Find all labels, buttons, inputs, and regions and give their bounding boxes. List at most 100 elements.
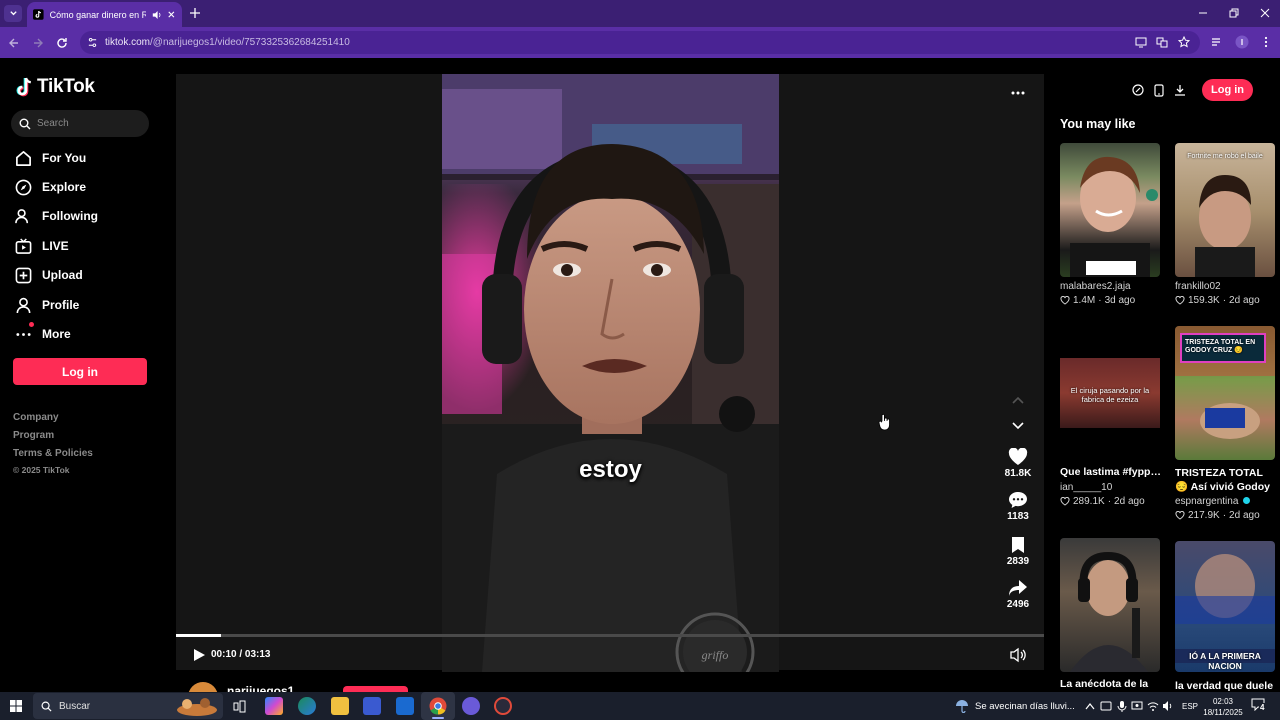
- coins-button[interactable]: [1130, 82, 1146, 98]
- nav-following[interactable]: Following: [15, 206, 98, 226]
- card-author[interactable]: malabares2.jaja: [1060, 281, 1161, 292]
- video-player[interactable]: griffo estoy 81.8K 1183 2839 2496 00:10 …: [176, 74, 1044, 672]
- separator: ·: [1222, 510, 1227, 521]
- save-action[interactable]: 2839: [995, 536, 1041, 567]
- nav-more[interactable]: More: [15, 322, 71, 344]
- play-icon[interactable]: [192, 648, 206, 662]
- author-name[interactable]: narijuegos1: [227, 684, 294, 692]
- mail-app-icon[interactable]: [396, 697, 414, 715]
- nav-explore[interactable]: Explore: [15, 177, 86, 197]
- card-author[interactable]: ian_____10: [1060, 482, 1161, 493]
- more-options-icon[interactable]: [1010, 89, 1026, 97]
- windows-start-icon[interactable]: [10, 700, 22, 712]
- recommendation-card[interactable]: IÓ A LA PRIMERA NACION la verdad que due…: [1175, 541, 1276, 692]
- get-app-button[interactable]: [1151, 82, 1167, 98]
- microphone-icon[interactable]: [1117, 700, 1127, 712]
- card-title[interactable]: Que lastima #fyppppppppppppp...: [1060, 466, 1161, 478]
- close-tab-icon[interactable]: [167, 10, 176, 19]
- card-author[interactable]: espnargentina: [1175, 496, 1276, 507]
- nav-label: For You: [42, 151, 87, 165]
- comment-action[interactable]: 1183: [995, 491, 1041, 522]
- tiktok-logo[interactable]: TikTok: [16, 76, 95, 98]
- profile-avatar-button[interactable]: [1234, 34, 1250, 50]
- video-thumbnail[interactable]: [1060, 143, 1160, 277]
- store-app-icon[interactable]: [363, 697, 381, 715]
- chevron-up-icon[interactable]: [1085, 702, 1095, 710]
- progress-bar[interactable]: [176, 634, 1044, 637]
- taskbar-search[interactable]: Buscar: [33, 693, 223, 719]
- file-explorer-icon[interactable]: [331, 697, 349, 715]
- browser-tab[interactable]: Cómo ganar dinero en Rob: [27, 2, 182, 27]
- video-thumbnail[interactable]: [1060, 538, 1160, 672]
- close-window-button[interactable]: [1258, 6, 1272, 20]
- nav-live[interactable]: LIVE: [15, 236, 69, 256]
- edge-app-icon[interactable]: [298, 697, 316, 715]
- tab-strip-button[interactable]: [1209, 34, 1225, 50]
- weather-text[interactable]: Se avecinan días lluvi...: [975, 701, 1075, 712]
- clock[interactable]: 02:03 18/11/2025: [1203, 696, 1243, 718]
- avatar-icon: [1235, 35, 1249, 49]
- footer-company-link[interactable]: Company: [13, 412, 59, 423]
- video-thumbnail[interactable]: TRISTEZA TOTAL EN GODOY CRUZ 😔: [1175, 326, 1275, 460]
- restore-button[interactable]: [1227, 6, 1241, 20]
- copilot-app-icon[interactable]: [265, 697, 283, 715]
- download-button[interactable]: [1172, 82, 1188, 98]
- nav-profile[interactable]: Profile: [15, 295, 79, 315]
- footer-terms-link[interactable]: Terms & Policies: [13, 448, 93, 459]
- recommendation-card[interactable]: La anécdota de la: [1060, 538, 1161, 690]
- reload-button[interactable]: [54, 35, 70, 51]
- site-info-icon[interactable]: [87, 37, 98, 48]
- cast-icon[interactable]: [1135, 37, 1147, 48]
- video-thumbnail[interactable]: Fortnite me robó el baile: [1175, 143, 1275, 277]
- minimize-button[interactable]: [1196, 6, 1210, 20]
- card-title[interactable]: la verdad que duele: [1175, 680, 1276, 692]
- rain-weather-icon[interactable]: [954, 699, 970, 713]
- new-tab-button[interactable]: [188, 5, 202, 21]
- nav-upload[interactable]: Upload: [15, 265, 83, 285]
- video-frame[interactable]: griffo estoy: [442, 74, 779, 672]
- bookmark-star-icon[interactable]: [1178, 36, 1190, 48]
- author-avatar[interactable]: [188, 682, 218, 692]
- card-title[interactable]: La anécdota de la: [1060, 678, 1161, 690]
- previous-video-button[interactable]: [1010, 392, 1026, 408]
- tab-search-button[interactable]: [4, 5, 22, 22]
- card-likes: 289.1K: [1073, 496, 1105, 507]
- header-login-button[interactable]: Log in: [1202, 79, 1253, 101]
- url-field[interactable]: tiktok.com/@narijuegos1/video/7573325362…: [80, 31, 1200, 54]
- speaker-icon[interactable]: [1162, 700, 1174, 712]
- like-action[interactable]: 81.8K: [995, 448, 1041, 479]
- recorder-app-icon[interactable]: [494, 697, 512, 715]
- wifi-icon[interactable]: [1147, 700, 1159, 712]
- separator: ·: [1107, 496, 1112, 507]
- browser-menu-button[interactable]: [1258, 34, 1274, 50]
- video-thumbnail[interactable]: El ciruja pasando por la fabrica de ezei…: [1060, 326, 1160, 460]
- recommendation-card[interactable]: El ciruja pasando por la fabrica de ezei…: [1060, 326, 1161, 507]
- recommendation-card[interactable]: TRISTEZA TOTAL EN GODOY CRUZ 😔 TRISTEZA …: [1175, 326, 1276, 521]
- back-button[interactable]: [6, 35, 22, 51]
- card-author[interactable]: frankillo02: [1175, 281, 1276, 292]
- notification-center[interactable]: 4: [1251, 698, 1269, 714]
- speaker-icon[interactable]: [152, 10, 162, 20]
- footer-program-link[interactable]: Program: [13, 430, 54, 441]
- tray-app-icon[interactable]: [1100, 700, 1112, 712]
- next-video-button[interactable]: [1010, 418, 1026, 434]
- task-view-icon[interactable]: [233, 700, 246, 713]
- input-language[interactable]: ESP: [1182, 702, 1198, 711]
- chat-app-icon[interactable]: [462, 697, 480, 715]
- forward-button[interactable]: [30, 35, 46, 51]
- volume-icon[interactable]: [1010, 647, 1026, 663]
- tiktok-logo-icon: [16, 77, 31, 97]
- card-title[interactable]: TRISTEZA TOTAL 😔 Así vivió Godoy Cru...: [1175, 466, 1276, 494]
- recommendation-card[interactable]: malabares2.jaja 1.4M · 3d ago: [1060, 143, 1161, 306]
- notification-dot: [29, 322, 34, 327]
- chrome-taskbar-button[interactable]: [421, 692, 455, 720]
- login-button[interactable]: Log in: [13, 358, 147, 385]
- progress-fill: [176, 634, 222, 637]
- translate-icon[interactable]: [1156, 37, 1168, 48]
- search-input[interactable]: Search: [11, 110, 149, 137]
- video-thumbnail[interactable]: IÓ A LA PRIMERA NACION: [1175, 541, 1275, 672]
- screen-share-icon[interactable]: [1131, 700, 1143, 712]
- nav-for-you[interactable]: For You: [15, 148, 86, 168]
- share-action[interactable]: 2496: [995, 579, 1041, 610]
- recommendation-card[interactable]: Fortnite me robó el baile frankillo02 15…: [1175, 143, 1276, 306]
